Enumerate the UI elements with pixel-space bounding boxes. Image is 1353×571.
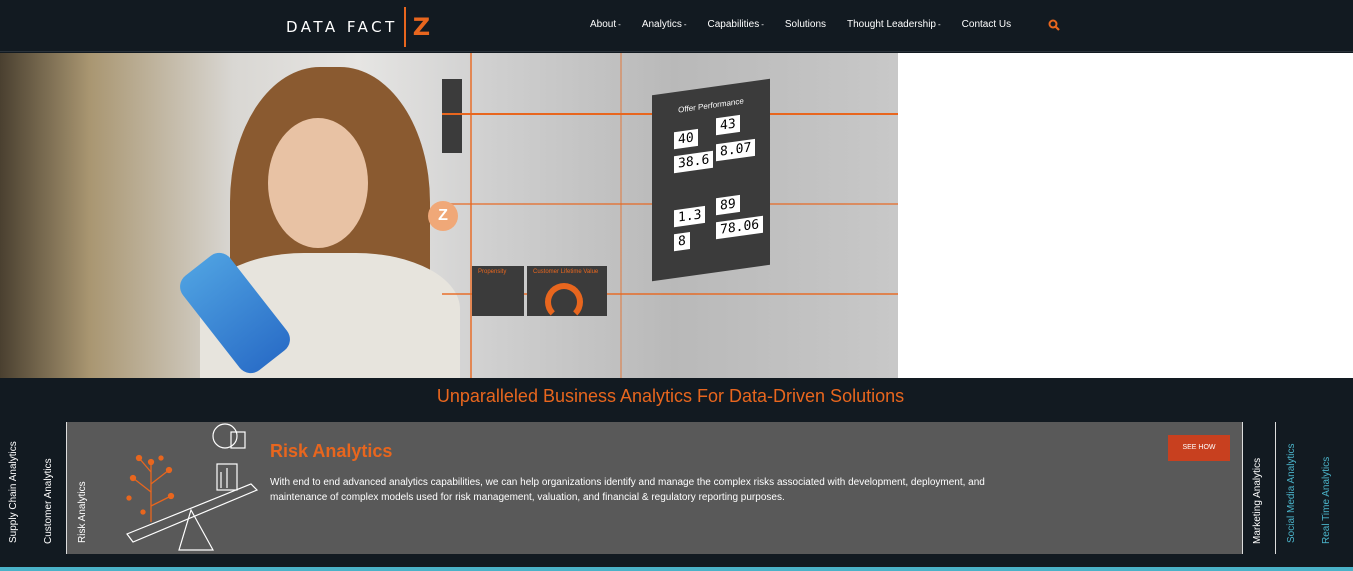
menu-label: Capabilities <box>707 19 760 30</box>
gauge-title: Customer Lifetime Value <box>533 269 599 275</box>
menu-item-contact-us[interactable]: Contact Us <box>962 19 1011 30</box>
bottom-accent-bar <box>0 567 1353 571</box>
hero-image: Z Offer Performance 40 43 38.6 8.07 1.3 … <box>0 53 898 378</box>
tab-customer-analytics[interactable]: Customer Analytics <box>43 450 54 544</box>
menu-label: Solutions <box>784 19 827 30</box>
tab-supply-chain-analytics[interactable]: Supply Chain Analytics <box>8 437 19 543</box>
shelf-line <box>620 53 622 378</box>
menu-label: About <box>590 19 617 30</box>
logo-text: DATA FACT <box>286 18 398 36</box>
metric-value: 8.07 <box>716 138 756 162</box>
logo-mark: Z <box>412 13 431 41</box>
logo-divider <box>403 7 406 47</box>
logo[interactable]: DATA FACT Z <box>286 7 431 47</box>
risk-scale-illustration-icon <box>126 423 259 551</box>
metric-value: 8 <box>674 231 690 252</box>
metric-value: 40 <box>674 128 698 150</box>
risk-analytics-card: Risk Analytics Risk Analytics With end t… <box>66 422 1243 554</box>
main-menu: About - Analytics - Capabilities - Solution… <box>590 19 1032 30</box>
card-description: With end to end advanced analytics capab… <box>270 477 985 503</box>
menu-label: Contact Us <box>961 19 1012 30</box>
clv-gauge: Customer Lifetime Value <box>527 266 607 321</box>
search-icon[interactable] <box>1048 19 1060 31</box>
propensity-gauge: Propensity <box>472 266 524 316</box>
tab-social-media-analytics[interactable]: Social Media Analytics <box>1286 438 1297 544</box>
tab-real-time-analytics[interactable]: Real Time Analytics <box>1321 450 1332 544</box>
metric-value: 78.06 <box>716 215 764 240</box>
menu-item-capabilities[interactable]: Capabilities - <box>708 19 764 30</box>
menu-item-analytics[interactable]: Analytics - <box>642 19 687 30</box>
tab-risk-analytics[interactable]: Risk Analytics <box>77 478 88 543</box>
tab-divider <box>1275 422 1276 554</box>
menu-label: Thought Leadership <box>847 19 936 30</box>
menu-label: Analytics <box>641 19 682 30</box>
gauge-title: Propensity <box>478 269 507 275</box>
metric-value: 89 <box>716 194 740 216</box>
gauge-arc <box>545 283 583 321</box>
hero-person-face <box>268 118 368 248</box>
menu-item-thought-leadership[interactable]: Thought Leadership - <box>847 19 941 30</box>
caret-icon: - <box>937 20 941 29</box>
see-how-button[interactable]: SEE HOW <box>1168 435 1230 461</box>
panel-title: Offer Performance <box>678 96 744 115</box>
offer-performance-panel: Offer Performance 40 43 38.6 8.07 1.3 89… <box>652 78 770 282</box>
headline: Unparalleled Business Analytics For Data… <box>436 386 905 406</box>
metric-value: 1.3 <box>674 205 706 228</box>
card-title: Risk Analytics <box>270 441 393 461</box>
menu-item-about[interactable]: About - <box>590 19 621 30</box>
tab-marketing-analytics[interactable]: Marketing Analytics <box>1252 452 1263 544</box>
shelf-line <box>470 53 472 378</box>
z-badge-icon: Z <box>428 201 458 231</box>
metric-value: 38.6 <box>674 150 714 174</box>
caret-icon: - <box>618 20 621 29</box>
metric-value: 43 <box>716 114 740 136</box>
caret-icon: - <box>683 20 687 29</box>
caret-icon: - <box>761 20 764 29</box>
top-navigation: DATA FACT Z About - Analytics - Capabiliti… <box>0 0 1353 52</box>
menu-item-solutions[interactable]: Solutions <box>785 19 826 30</box>
hero-blank-area <box>898 53 1353 378</box>
hero-overlay-box <box>442 79 462 153</box>
